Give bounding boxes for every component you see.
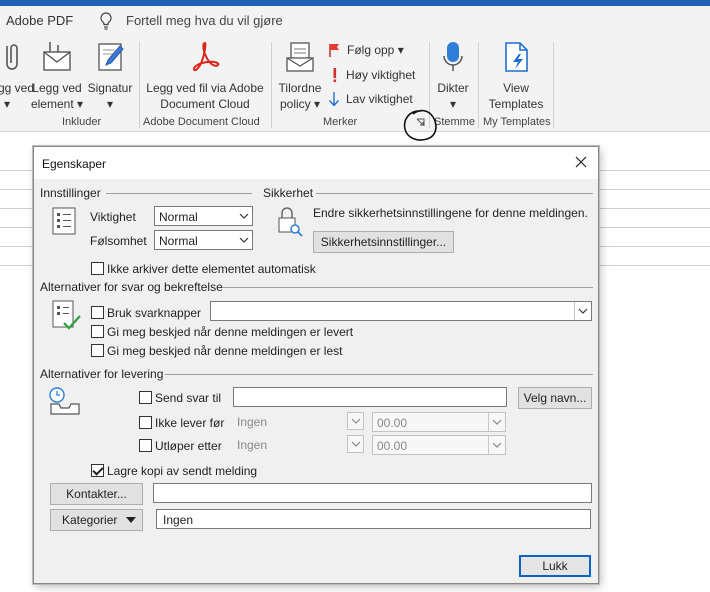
- sensitivity-label: Følsomhet: [90, 234, 147, 248]
- deliver-before-date-select[interactable]: Ingen: [233, 412, 364, 432]
- chevron-down-icon: [488, 413, 505, 431]
- chevron-down-icon: [574, 302, 591, 320]
- voting-buttons-select[interactable]: [210, 301, 592, 321]
- signature-button[interactable]: Signatur ▾: [86, 40, 134, 112]
- do-not-autoarchive-checkbox[interactable]: [91, 262, 104, 275]
- sensitivity-select[interactable]: Normal: [154, 230, 253, 250]
- settings-list-icon: [52, 207, 76, 235]
- read-receipt-label: Gi meg beskjed når denne meldingen er le…: [107, 344, 343, 358]
- categories-input[interactable]: Ingen: [156, 509, 591, 529]
- chevron-down-icon: [488, 436, 505, 454]
- select-names-button[interactable]: Velg navn...: [518, 387, 592, 409]
- envelope-attach-icon: [43, 42, 71, 71]
- importance-label: Viktighet: [90, 210, 136, 224]
- read-receipt-checkbox[interactable]: [91, 344, 104, 357]
- use-voting-buttons-label: Bruk svarknapper: [107, 306, 202, 320]
- attach-file-button[interactable]: gg ved l ▾: [0, 40, 34, 112]
- paperclip-icon: [6, 44, 18, 70]
- follow-up-button[interactable]: Følg opp ▾: [328, 43, 404, 57]
- group-separator: [139, 42, 140, 128]
- hand-drawn-circle-annotation: [403, 109, 437, 141]
- adobe-document-cloud-button[interactable]: Legg ved fil via Adobe Document Cloud: [144, 40, 266, 112]
- settings-section-header: Innstillinger: [40, 186, 101, 200]
- expires-after-label: Utløper etter: [155, 439, 222, 453]
- signature-pen-icon: [98, 43, 124, 71]
- categories-button[interactable]: Kategorier: [50, 509, 143, 531]
- expires-after-checkbox[interactable]: [139, 439, 152, 452]
- chevron-down-icon: [235, 207, 252, 225]
- tab-adobe-pdf[interactable]: Adobe PDF: [6, 13, 73, 28]
- do-not-autoarchive-label: Ikke arkiver dette elementet automatisk: [107, 262, 316, 276]
- delivery-receipt-checkbox[interactable]: [91, 325, 104, 338]
- ribbon-tab-row: Adobe PDF Fortell meg hva du vil gjøre: [0, 6, 710, 36]
- group-label-my-templates: My Templates: [483, 116, 551, 128]
- close-icon[interactable]: [574, 155, 588, 169]
- attach-item-button[interactable]: Legg ved element ▾: [30, 40, 84, 112]
- section-divider: [106, 193, 252, 194]
- security-settings-button[interactable]: Sikkerhetsinnstillinger...: [313, 231, 454, 253]
- dialog-title: Egenskaper: [42, 157, 107, 171]
- group-separator: [553, 42, 554, 128]
- templates-document-icon: [505, 42, 528, 72]
- assign-policy-button[interactable]: Tilordne policy ▾: [274, 40, 326, 112]
- chevron-down-icon: [235, 231, 252, 249]
- properties-dialog: Egenskaper Innstillinger Viktighet Norma…: [33, 146, 599, 584]
- exclamation-icon: [333, 68, 337, 83]
- group-separator: [271, 42, 272, 128]
- section-divider: [316, 193, 593, 194]
- expires-date-select[interactable]: Ingen: [233, 435, 364, 455]
- adobe-acrobat-icon: [192, 41, 220, 72]
- group-label-adobe: Adobe Document Cloud: [143, 116, 260, 128]
- down-arrow-icon: [328, 92, 340, 107]
- close-button[interactable]: Lukk: [519, 555, 591, 577]
- microphone-icon: [443, 42, 463, 71]
- importance-select[interactable]: Normal: [154, 206, 253, 226]
- expires-time-select[interactable]: 00.00: [372, 435, 506, 455]
- delivery-section-header: Alternativer for levering: [40, 367, 164, 381]
- group-label-merker: Merker: [323, 116, 358, 128]
- delivery-receipt-label: Gi meg beskjed når denne meldingen er le…: [107, 325, 354, 339]
- caret-down-icon: [126, 517, 136, 523]
- dictate-button[interactable]: Dikter ▾: [433, 40, 473, 112]
- view-templates-button[interactable]: View Templates: [484, 40, 548, 112]
- security-description: Endre sikkerhetsinnstillingene for denne…: [313, 206, 588, 220]
- lightbulb-icon: [100, 12, 112, 30]
- do-not-deliver-before-label: Ikke lever før: [155, 416, 225, 430]
- voting-checklist-icon: [52, 300, 81, 330]
- group-label-stemme: Stemme: [434, 116, 475, 128]
- policy-envelope-icon: [286, 42, 314, 72]
- tell-me-search[interactable]: Fortell meg hva du vil gjøre: [126, 13, 283, 28]
- group-separator: [478, 42, 479, 128]
- contacts-input[interactable]: [153, 483, 592, 503]
- security-lock-icon: [278, 207, 303, 237]
- voting-section-header: Alternativer for svar og bekreftelse: [40, 280, 223, 294]
- low-importance-button[interactable]: Lav viktighet: [328, 91, 413, 107]
- contacts-button[interactable]: Kontakter...: [50, 483, 143, 505]
- save-sent-copy-checkbox[interactable]: [91, 464, 104, 477]
- section-divider: [165, 374, 593, 375]
- security-section-header: Sikkerhet: [263, 186, 314, 200]
- chevron-down-icon: [347, 412, 364, 430]
- reply-to-label: Send svar til: [155, 391, 222, 405]
- chevron-down-icon: [347, 435, 364, 453]
- delivery-clock-tray-icon: [49, 387, 80, 415]
- high-importance-button[interactable]: Høy viktighet: [330, 67, 415, 83]
- ribbon: gg ved l ▾ Legg ved element ▾ Signatur ▾…: [0, 36, 710, 132]
- save-sent-copy-label: Lagre kopi av sendt melding: [107, 464, 258, 478]
- dialog-title-bar: Egenskaper: [34, 147, 598, 179]
- deliver-before-time-select[interactable]: 00.00: [372, 412, 506, 432]
- do-not-deliver-before-checkbox[interactable]: [139, 416, 152, 429]
- section-divider: [222, 287, 593, 288]
- red-flag-icon: [329, 44, 339, 57]
- reply-to-checkbox[interactable]: [139, 391, 152, 404]
- group-label-inkluder: Inkluder: [62, 116, 102, 128]
- reply-to-input[interactable]: [233, 387, 507, 407]
- use-voting-buttons-checkbox[interactable]: [91, 306, 104, 319]
